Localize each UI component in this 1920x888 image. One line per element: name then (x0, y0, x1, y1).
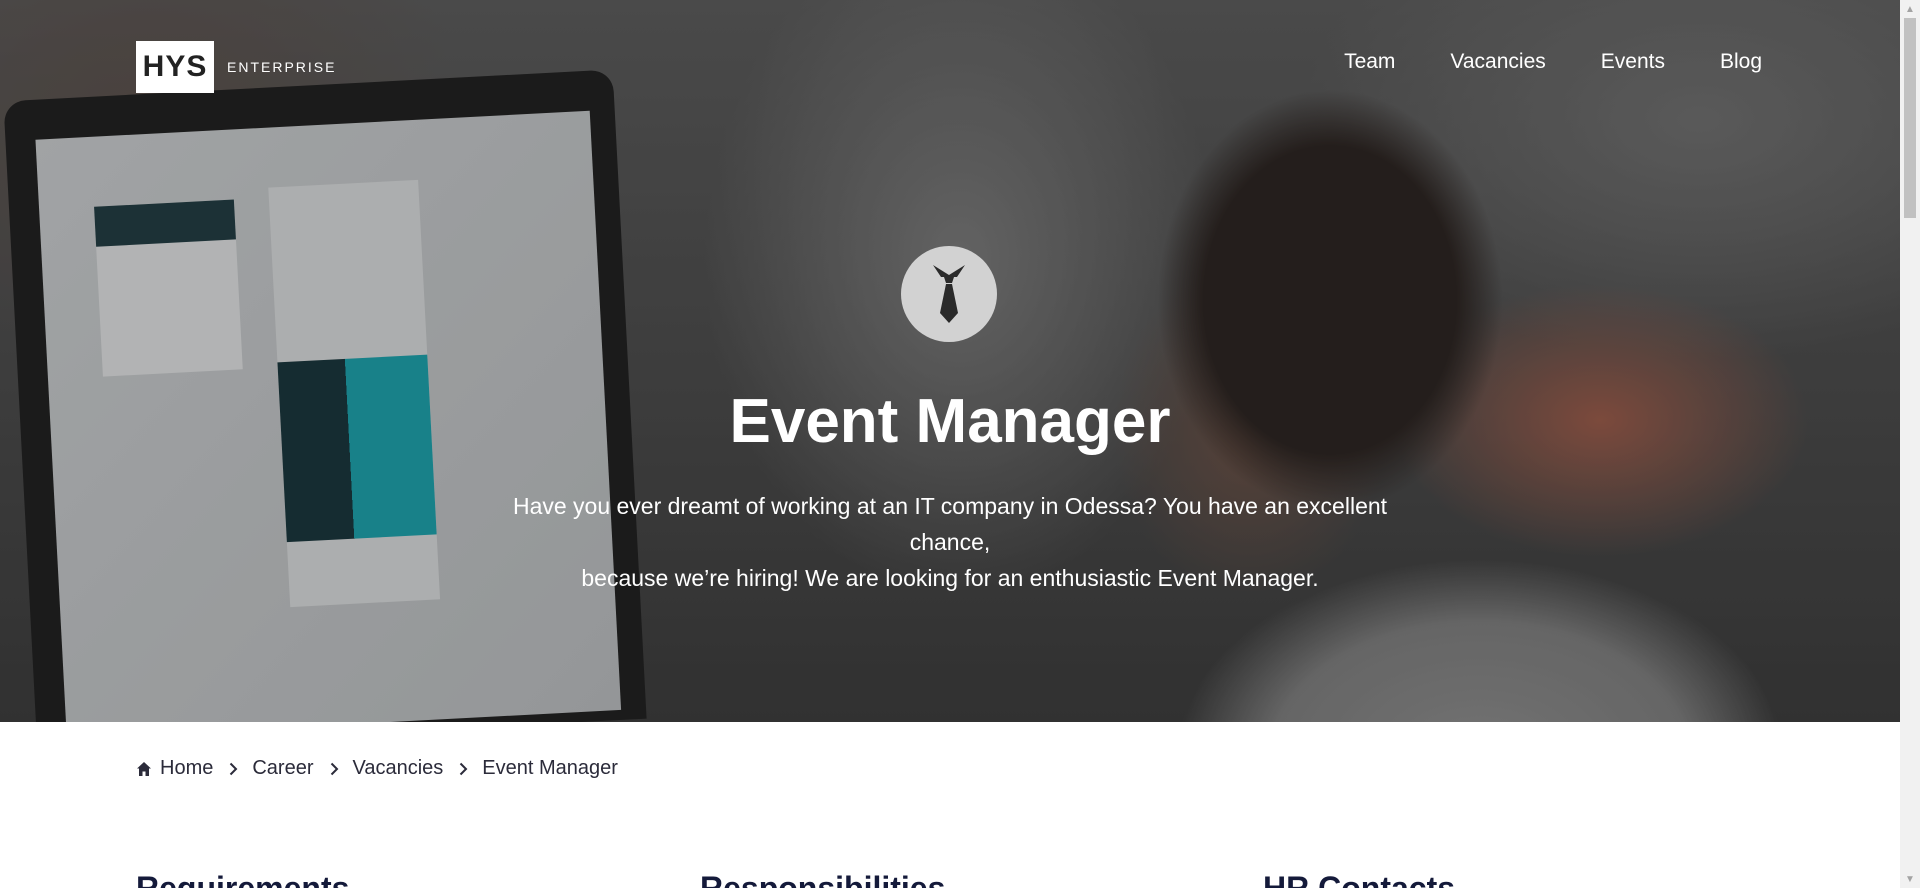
scroll-down-arrow-icon[interactable]: ▼ (1900, 870, 1920, 888)
nav-link-team[interactable]: Team (1344, 50, 1395, 74)
logo-text: ENTERPRISE (227, 59, 337, 75)
hero-overlay (0, 0, 1900, 722)
vertical-scrollbar[interactable]: ▲ ▼ (1900, 0, 1920, 888)
breadcrumb-career[interactable]: Career (252, 757, 313, 780)
breadcrumb-home[interactable]: Home (160, 757, 213, 780)
scroll-up-arrow-icon[interactable]: ▲ (1900, 0, 1920, 18)
breadcrumb-vacancies[interactable]: Vacancies (353, 757, 444, 780)
scrollbar-thumb[interactable] (1904, 18, 1916, 218)
requirements-heading: Requirements (136, 870, 350, 888)
nav-link-vacancies[interactable]: Vacancies (1450, 50, 1545, 74)
chevron-right-icon (229, 762, 238, 776)
chevron-right-icon (459, 762, 468, 776)
breadcrumb-current: Event Manager (482, 757, 618, 779)
page-title: Event Manager (729, 387, 1171, 456)
logo-mark: HYS (136, 41, 214, 93)
responsibilities-heading: Responsibilities (700, 870, 946, 888)
nav-link-blog[interactable]: Blog (1720, 50, 1762, 74)
hero-description-line: because we’re hiring! We are looking for… (581, 565, 1319, 591)
home-icon[interactable] (136, 761, 152, 777)
tie-icon (901, 246, 997, 342)
chevron-right-icon (330, 762, 339, 776)
hero-description-line: Have you ever dreamt of working at an IT… (512, 493, 1388, 555)
tie-icon-graphic (933, 265, 965, 323)
nav-link-events[interactable]: Events (1601, 50, 1665, 74)
hero-description: Have you ever dreamt of working at an IT… (470, 488, 1430, 596)
hr-contacts-heading: HR Contacts (1263, 870, 1456, 888)
page: HYS ENTERPRISE Team Vacancies Events Blo… (0, 0, 1900, 888)
main-nav: Team Vacancies Events Blog (1344, 50, 1762, 74)
logo[interactable]: HYS ENTERPRISE (136, 41, 336, 93)
hero-banner: HYS ENTERPRISE Team Vacancies Events Blo… (0, 0, 1900, 722)
breadcrumb: Home Career Vacancies Event Manager (136, 757, 618, 780)
